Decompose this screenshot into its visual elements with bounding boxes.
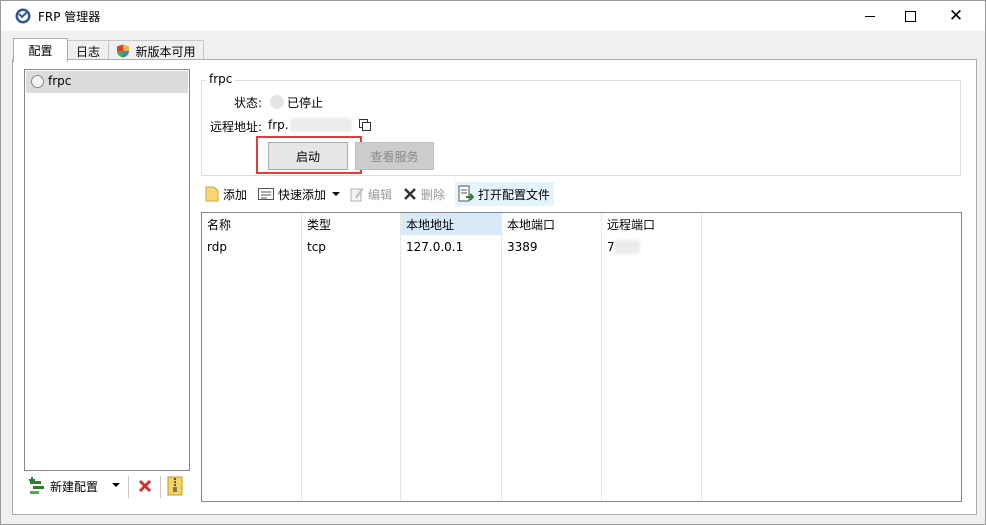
edit-label: 编辑 bbox=[368, 187, 393, 202]
title-bar: FRP 管理器 ✕ bbox=[1, 1, 985, 31]
copy-icon[interactable] bbox=[359, 119, 371, 131]
delete-icon bbox=[404, 188, 416, 200]
delete-x-icon bbox=[138, 479, 152, 493]
add-proxy-button[interactable]: 添加 bbox=[205, 182, 247, 206]
delete-label: 删除 bbox=[421, 187, 446, 202]
close-button[interactable]: ✕ bbox=[933, 1, 979, 31]
delete-proxy-button[interactable]: 删除 bbox=[403, 182, 445, 206]
quick-add-icon bbox=[258, 188, 274, 200]
add-label: 添加 bbox=[223, 187, 248, 202]
proxy-toolbar: 添加 快速添加 编辑 删除 打开配置文件 bbox=[201, 182, 961, 206]
column-header-name[interactable]: 名称 bbox=[202, 213, 301, 235]
shield-icon bbox=[117, 44, 130, 58]
remote-address-label: 远程地址: bbox=[209, 120, 262, 134]
config-list-item[interactable]: frpc bbox=[26, 71, 188, 93]
open-config-file-button[interactable]: 打开配置文件 bbox=[455, 182, 555, 206]
status-indicator-icon bbox=[270, 95, 284, 109]
quick-add-dropdown-icon bbox=[332, 192, 341, 196]
close-icon: ✕ bbox=[948, 6, 964, 26]
column-header-type[interactable]: 类型 bbox=[302, 213, 400, 235]
proxy-table[interactable]: 名称 类型 本地地址 本地端口 远程端口 rdp tcp 127.0.0.1 3… bbox=[201, 212, 962, 502]
toolbar-separator bbox=[160, 476, 161, 498]
tab-log[interactable]: 日志 bbox=[66, 40, 110, 61]
quick-add-button[interactable]: 快速添加 bbox=[258, 182, 341, 206]
view-service-label: 查看服务 bbox=[370, 149, 419, 164]
redacted-blur bbox=[614, 240, 640, 254]
config-list[interactable]: frpc bbox=[24, 69, 190, 471]
tab-update[interactable]: 新版本可用 bbox=[108, 40, 204, 61]
maximize-icon bbox=[904, 10, 916, 22]
add-file-icon bbox=[205, 186, 219, 202]
delete-config-button[interactable] bbox=[136, 476, 154, 496]
open-config-file-icon bbox=[458, 185, 474, 202]
status-label: 状态: bbox=[233, 96, 262, 110]
start-button-highlight bbox=[256, 136, 362, 174]
new-config-icon bbox=[29, 477, 44, 494]
table-cell-type[interactable]: tcp bbox=[302, 237, 400, 257]
new-config-dropdown-icon[interactable] bbox=[112, 483, 120, 487]
column-header-local-address[interactable]: 本地地址 bbox=[401, 213, 501, 235]
quick-add-label: 快速添加 bbox=[278, 187, 327, 202]
tab-config[interactable]: 配置 bbox=[13, 38, 68, 62]
column-header-local-port[interactable]: 本地端口 bbox=[502, 213, 601, 235]
window-title: FRP 管理器 bbox=[38, 10, 101, 24]
app-logo-icon bbox=[15, 8, 31, 24]
maximize-button[interactable] bbox=[887, 1, 933, 31]
open-config-file-label: 打开配置文件 bbox=[478, 187, 551, 202]
table-cell-local-address[interactable]: 127.0.0.1 bbox=[401, 237, 501, 257]
toolbar-separator bbox=[128, 476, 129, 498]
table-cell-name[interactable]: rdp bbox=[202, 237, 301, 257]
new-config-label: 新建配置 bbox=[50, 479, 99, 494]
column-divider bbox=[701, 213, 702, 501]
new-config-button[interactable]: 新建配置 bbox=[28, 475, 108, 497]
edit-icon bbox=[350, 188, 364, 202]
redacted-blur bbox=[290, 118, 352, 132]
view-service-button[interactable]: 查看服务 bbox=[355, 142, 434, 170]
tab-config-label: 配置 bbox=[28, 44, 53, 58]
group-title: frpc bbox=[206, 72, 236, 86]
config-toolbar: 新建配置 bbox=[24, 472, 190, 500]
edit-proxy-button[interactable]: 编辑 bbox=[350, 182, 392, 206]
status-value: 已停止 bbox=[287, 96, 324, 110]
column-header-remote-port[interactable]: 远程端口 bbox=[602, 213, 701, 235]
config-item-label: frpc bbox=[48, 74, 72, 88]
export-zip-icon[interactable] bbox=[167, 476, 183, 496]
tab-log-label: 日志 bbox=[75, 44, 100, 59]
minimize-icon bbox=[865, 15, 875, 17]
tab-update-label: 新版本可用 bbox=[135, 44, 196, 59]
table-cell-local-port[interactable]: 3389 bbox=[502, 237, 601, 257]
remote-address-value: frp. bbox=[268, 118, 289, 132]
status-circle-icon bbox=[31, 75, 44, 88]
